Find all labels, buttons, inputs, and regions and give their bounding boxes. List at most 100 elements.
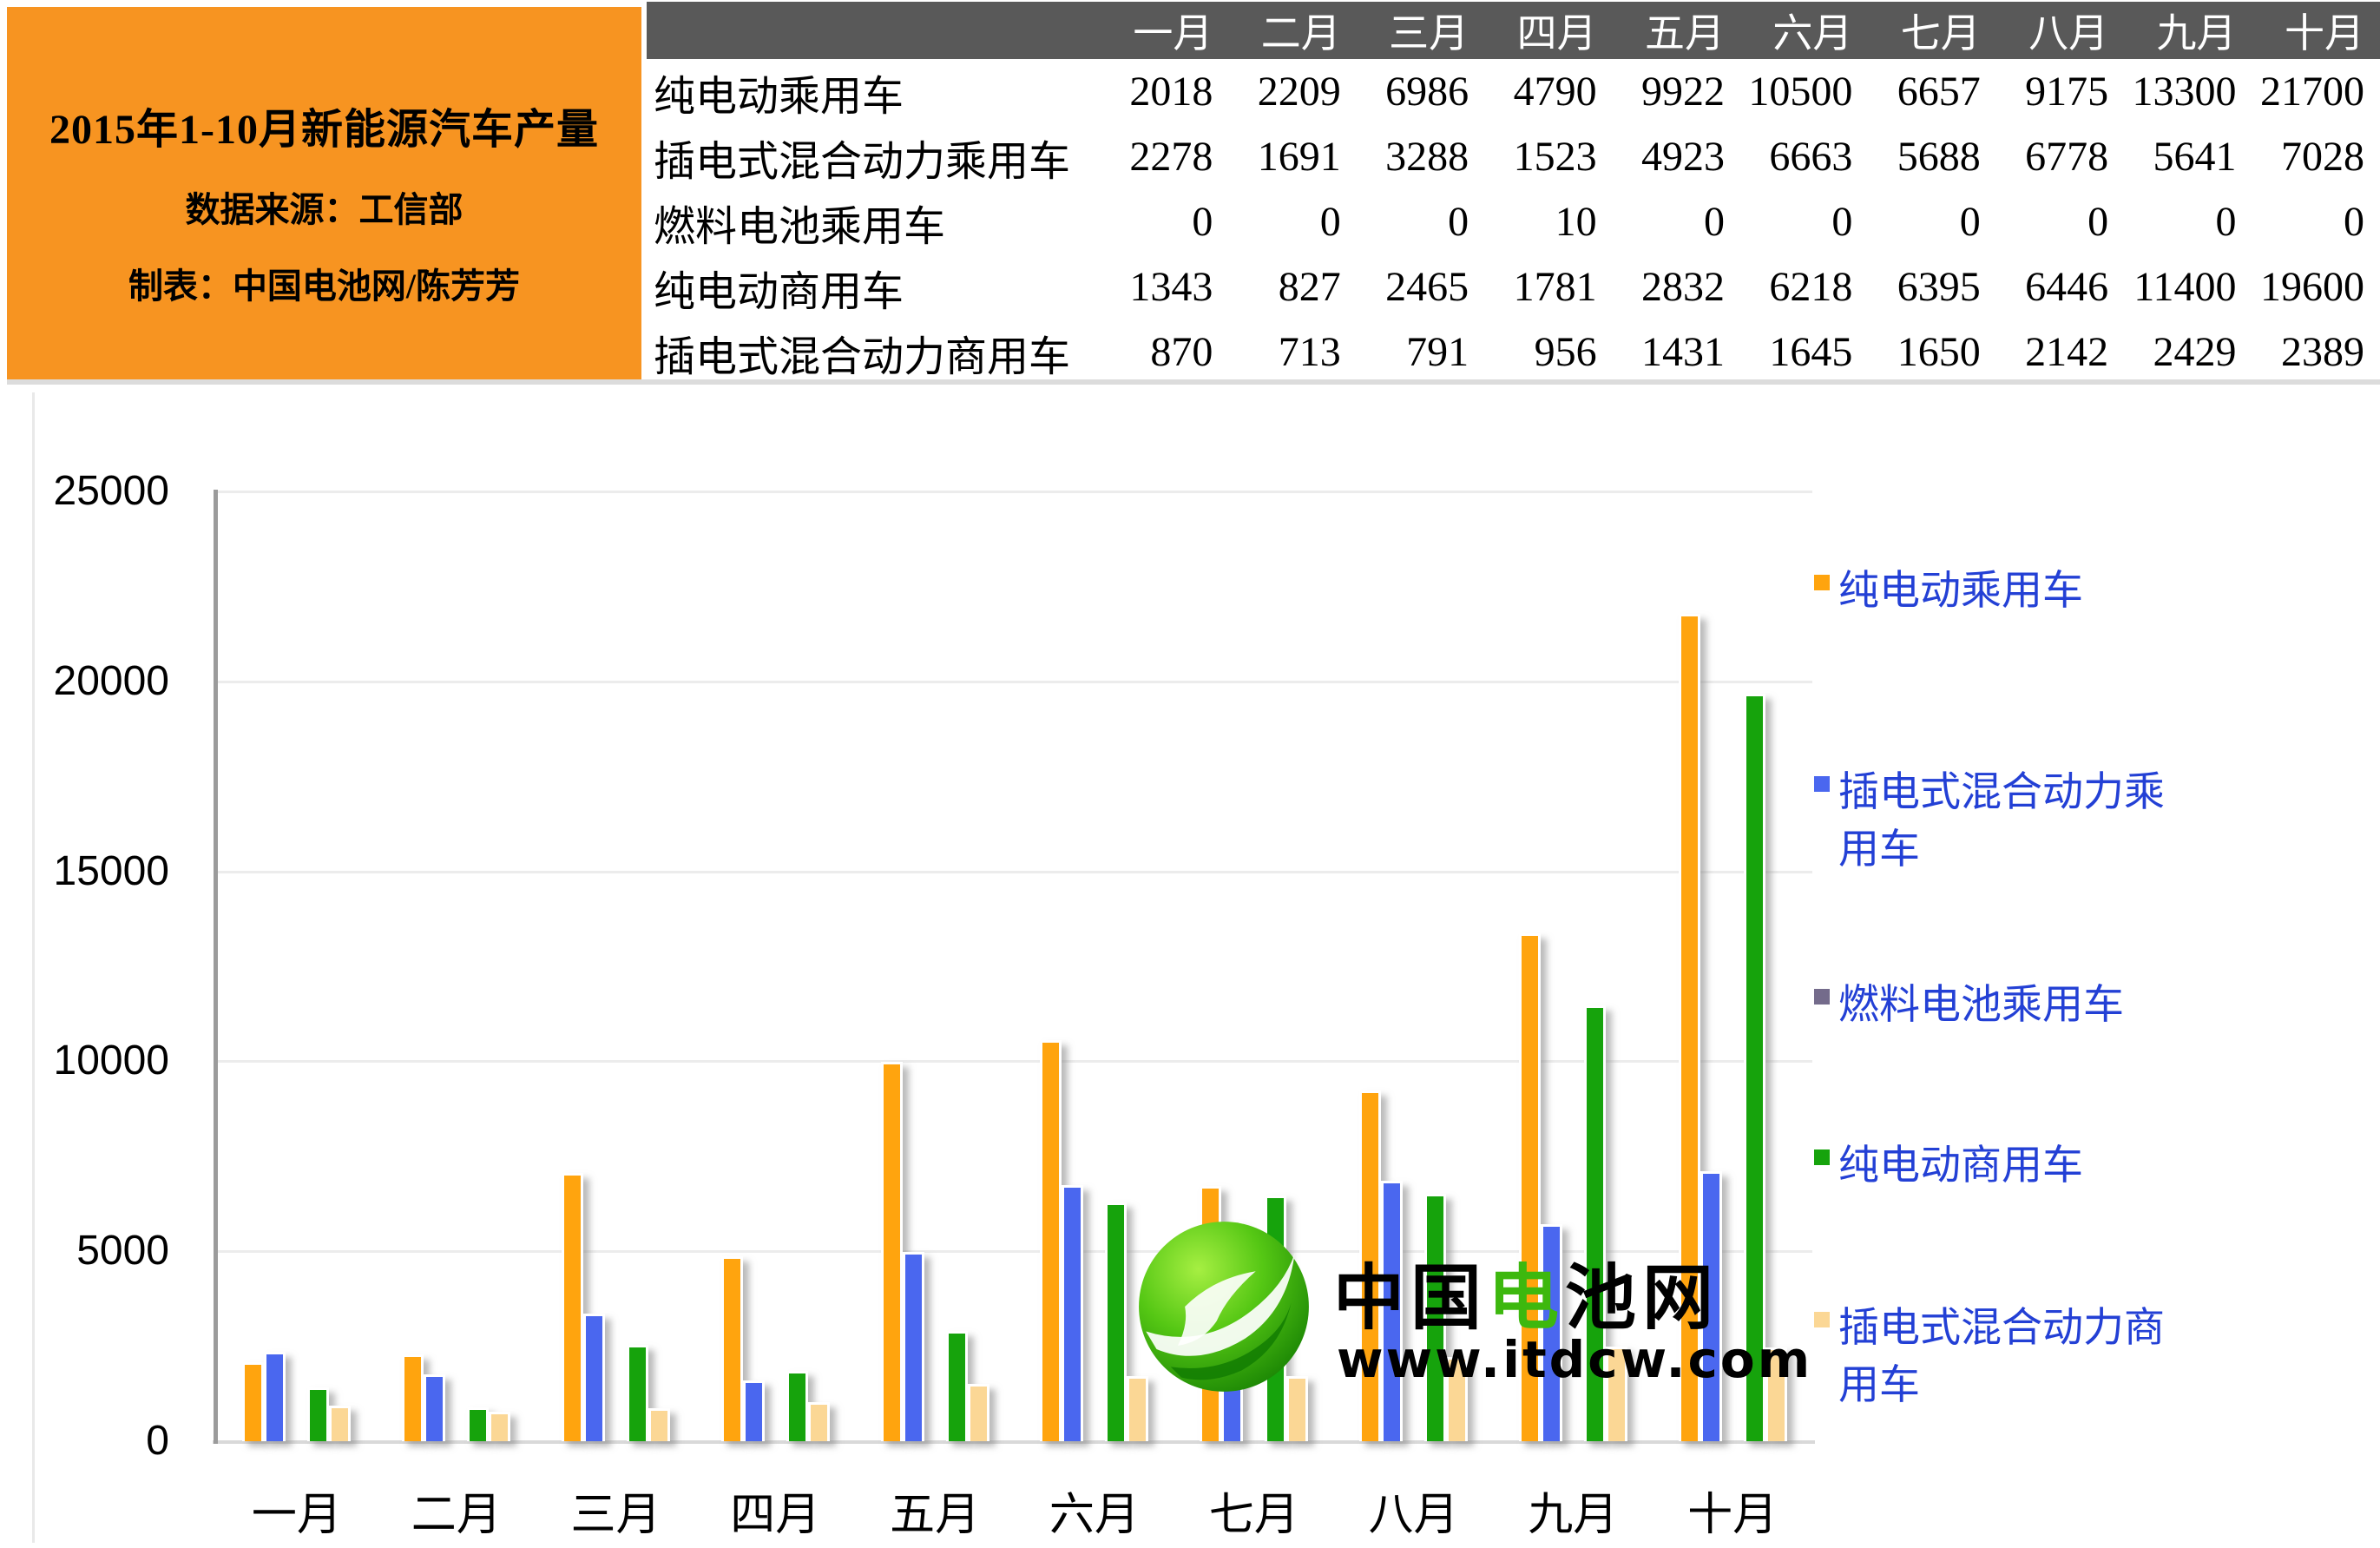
value-cell: 956 [1484, 319, 1612, 385]
value-cell: 6778 [1996, 124, 2124, 189]
x-axis-category-label: 八月 [1334, 1478, 1494, 1543]
legend-marker-插电式混合动力乘用车 [1814, 776, 1830, 792]
value-cell: 19600 [2252, 254, 2380, 319]
value-cell: 2832 [1613, 254, 1740, 319]
x-axis-category-label: 九月 [1493, 1478, 1653, 1543]
value-cell: 1343 [1101, 254, 1228, 319]
value-cell: 9922 [1613, 59, 1740, 124]
brand-part-green: 电 [1488, 1257, 1565, 1340]
series-label-cell: 纯电动乘用车 [647, 59, 1101, 124]
table-bottom-border [7, 379, 2380, 385]
value-cell: 3288 [1357, 124, 1484, 189]
legend-label: 插电式混合动力乘用车 [1838, 764, 2186, 879]
x-axis-category-label: 六月 [1015, 1478, 1174, 1543]
value-cell: 0 [1613, 189, 1740, 254]
value-cell: 6663 [1740, 124, 1868, 189]
x-axis-category-label: 二月 [377, 1478, 536, 1543]
x-axis-category-label: 十月 [1653, 1478, 1812, 1543]
bar-纯电动商用车 [627, 1345, 648, 1441]
bar-插电式混合动力商用车 [808, 1402, 830, 1441]
bar-纯电动乘用车 [562, 1173, 583, 1441]
brand-name-watermark: 中国电池网 [1333, 1240, 1719, 1343]
x-axis-category-label: 一月 [217, 1478, 377, 1543]
legend-item: 燃料电池乘用车 [1814, 977, 2335, 1034]
bar-纯电动乘用车 [721, 1256, 743, 1441]
value-cell: 11400 [2124, 254, 2252, 319]
series-label-cell: 燃料电池乘用车 [647, 189, 1101, 254]
table-corner-cell [647, 2, 1101, 59]
bar-cluster [536, 491, 696, 1441]
y-axis-tick-label: 5000 [30, 1225, 169, 1277]
production-table: 一月二月三月四月五月六月七月八月九月十月 纯电动乘用车2018220969864… [647, 2, 2380, 385]
value-cell: 6218 [1740, 254, 1868, 319]
x-axis-category-label: 三月 [536, 1478, 696, 1543]
chart-title-box: 2015年1-10月新能源汽车产量 数据来源：工信部 制表：中国电池网/陈芳芳 [7, 7, 641, 379]
value-cell: 2018 [1101, 59, 1228, 124]
value-cell: 2209 [1228, 59, 1356, 124]
bar-cluster [855, 491, 1015, 1441]
month-header-cell: 七月 [1868, 2, 1995, 59]
legend-item: 纯电动商用车 [1814, 1137, 2335, 1195]
month-header-cell: 三月 [1357, 2, 1484, 59]
legend-label: 纯电动乘用车 [1838, 563, 2186, 620]
table-row: 纯电动乘用车2018220969864790992210500665791751… [647, 59, 2380, 124]
value-cell: 870 [1101, 319, 1228, 385]
month-header-cell: 二月 [1228, 2, 1356, 59]
bar-插电式混合动力商用车 [648, 1408, 670, 1441]
legend-marker-插电式混合动力商用车 [1814, 1312, 1830, 1327]
table-row: 插电式混合动力乘用车227816913288152349236663568867… [647, 124, 2380, 189]
page-title: 2015年1-10月新能源汽车产量 [49, 95, 599, 155]
y-axis-tick-label: 20000 [30, 655, 169, 708]
value-cell: 4923 [1613, 124, 1740, 189]
bar-插电式混合动力乘用车 [264, 1352, 286, 1441]
chart-left-frame-line [32, 392, 35, 1543]
x-axis-category-label: 五月 [855, 1478, 1015, 1543]
legend-item: 纯电动乘用车 [1814, 563, 2335, 620]
bar-cluster [377, 491, 536, 1441]
value-cell: 5688 [1868, 124, 1995, 189]
value-cell: 2465 [1357, 254, 1484, 319]
legend-marker-纯电动乘用车 [1814, 575, 1830, 590]
x-axis-category-label: 七月 [1174, 1478, 1334, 1543]
legend-label: 插电式混合动力商用车 [1838, 1300, 2186, 1414]
bar-插电式混合动力乘用车 [903, 1252, 924, 1441]
series-label-cell: 插电式混合动力商用车 [647, 319, 1101, 385]
value-cell: 1691 [1228, 124, 1356, 189]
value-cell: 0 [1101, 189, 1228, 254]
value-cell: 2429 [2124, 319, 2252, 385]
value-cell: 5641 [2124, 124, 2252, 189]
month-header-cell: 十月 [2252, 2, 2380, 59]
value-cell: 6446 [1996, 254, 2124, 319]
bar-插电式混合动力商用车 [968, 1384, 989, 1441]
bar-纯电动商用车 [1105, 1202, 1127, 1441]
series-label-cell: 插电式混合动力乘用车 [647, 124, 1101, 189]
value-cell: 10500 [1740, 59, 1868, 124]
value-cell: 0 [1228, 189, 1356, 254]
data-source-label: 数据来源：工信部 [186, 181, 464, 232]
y-axis-tick-label: 15000 [30, 846, 169, 898]
y-axis-tick-label: 0 [30, 1415, 169, 1467]
bar-插电式混合动力商用车 [329, 1406, 351, 1441]
bar-cluster [695, 491, 855, 1441]
brand-part-black1: 中国 [1333, 1257, 1488, 1340]
series-label-cell: 纯电动商用车 [647, 254, 1101, 319]
value-cell: 827 [1228, 254, 1356, 319]
y-axis-tick-label: 10000 [30, 1035, 169, 1087]
legend-label: 纯电动商用车 [1838, 1137, 2186, 1195]
value-cell: 1650 [1868, 319, 1995, 385]
bar-插电式混合动力乘用车 [583, 1314, 605, 1441]
bar-插电式混合动力商用车 [489, 1412, 510, 1441]
value-cell: 0 [2252, 189, 2380, 254]
bar-纯电动乘用车 [242, 1362, 264, 1441]
bar-cluster [217, 491, 377, 1441]
value-cell: 1645 [1740, 319, 1868, 385]
bar-插电式混合动力乘用车 [743, 1380, 765, 1441]
value-cell: 6657 [1868, 59, 1995, 124]
value-cell: 4790 [1484, 59, 1612, 124]
legend-item: 插电式混合动力乘用车 [1814, 764, 2335, 879]
bar-纯电动乘用车 [402, 1354, 424, 1441]
value-cell: 2278 [1101, 124, 1228, 189]
table-row: 纯电动商用车1343827246517812832621863956446114… [647, 254, 2380, 319]
month-header-cell: 五月 [1613, 2, 1740, 59]
month-header-cell: 九月 [2124, 2, 2252, 59]
